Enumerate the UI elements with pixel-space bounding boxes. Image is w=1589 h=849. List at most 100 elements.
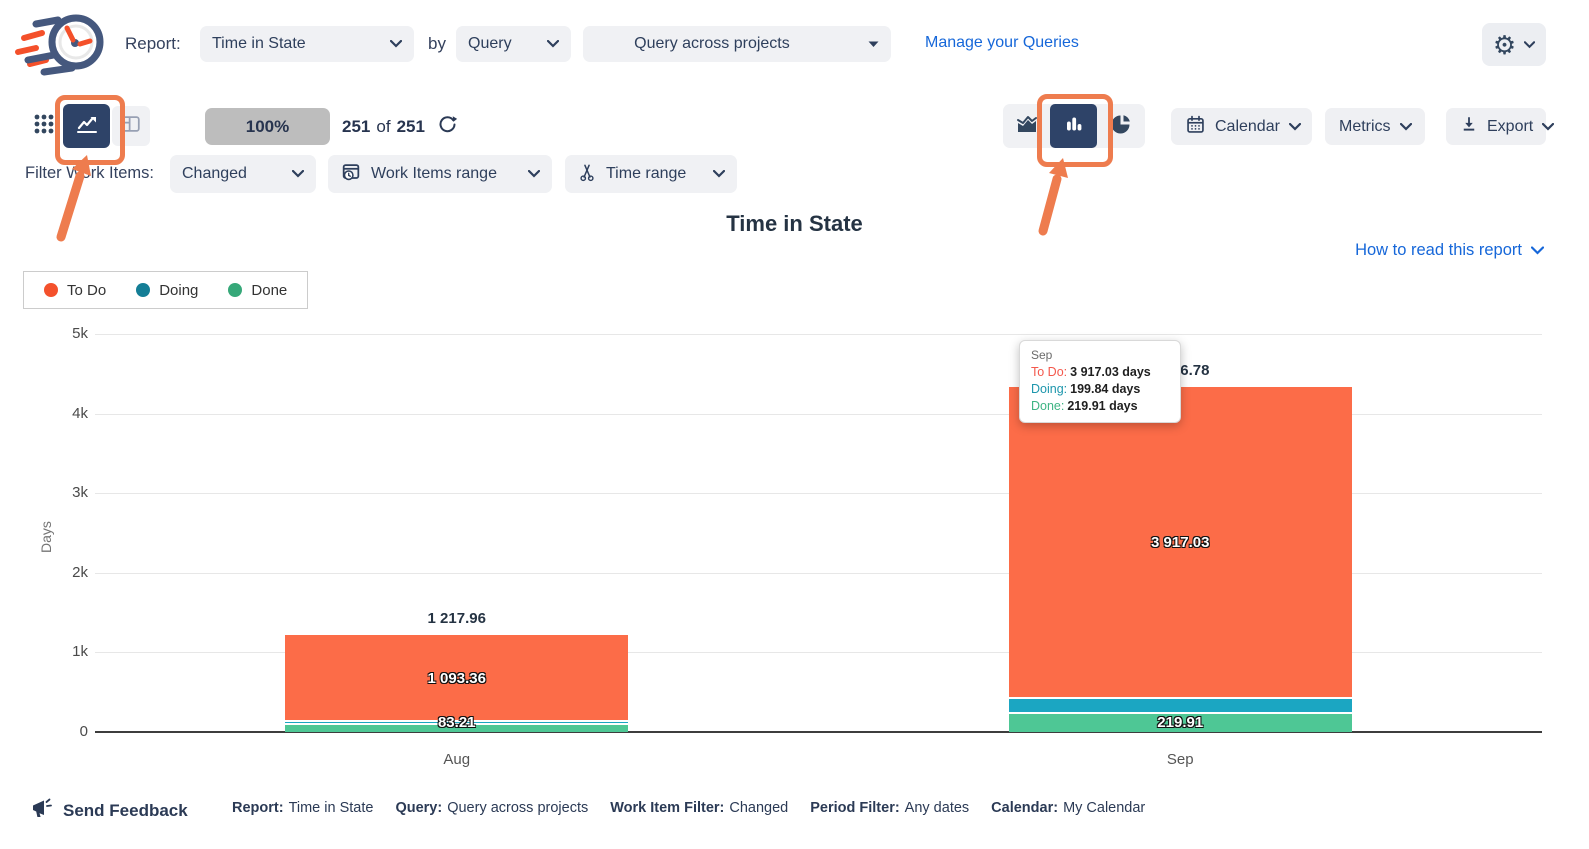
y-tick-label: 1k	[40, 643, 88, 660]
tooltip-row: To Do:3 917.03 days	[1031, 364, 1169, 381]
filter-row: Filter Work Items: Changed Work Items ra…	[0, 155, 1589, 195]
footer-summary-item: Calendar:My Calendar	[991, 800, 1145, 816]
line-chart-view-button[interactable]	[63, 104, 110, 148]
gridline	[95, 334, 1542, 335]
metrics-button[interactable]: Metrics	[1325, 108, 1425, 145]
legend-item-to-do[interactable]: To Do	[44, 282, 106, 299]
chevron-down-icon	[1542, 118, 1554, 136]
send-feedback-button[interactable]: Send Feedback	[30, 796, 188, 825]
area-chart-icon	[1015, 112, 1039, 141]
x-axis-label: Sep	[1110, 751, 1250, 768]
grid-view-button[interactable]	[25, 106, 63, 146]
bar-segment-aug-to-do[interactable]	[285, 635, 628, 722]
chart-title: Time in State	[0, 211, 1589, 237]
metrics-button-label: Metrics	[1339, 118, 1391, 136]
legend-item-doing[interactable]: Doing	[136, 282, 198, 299]
y-axis-title: Days	[38, 521, 54, 553]
bar-segment-sep-to-do[interactable]	[1009, 387, 1352, 699]
y-tick-label: 3k	[40, 484, 88, 501]
megaphone-icon	[30, 796, 54, 825]
chevron-down-icon	[292, 165, 304, 183]
calendar-button-label: Calendar	[1215, 118, 1280, 136]
legend-item-label: To Do	[67, 282, 106, 299]
y-tick-label: 4k	[40, 405, 88, 422]
tooltip-row: Done:219.91 days	[1031, 398, 1169, 415]
footer-summary: Report:Time in State Query:Query across p…	[232, 800, 1145, 816]
bar-segment-aug-done[interactable]	[285, 725, 628, 732]
footer-summary-item: Report:Time in State	[232, 800, 373, 816]
scissors-icon	[577, 162, 597, 187]
legend: To Do Doing Done	[23, 271, 308, 309]
work-items-range-button[interactable]: Work Items range	[328, 155, 552, 193]
chevron-down-icon	[1524, 36, 1535, 54]
report-label: Report:	[125, 34, 181, 54]
bar-chart-view-button[interactable]	[1050, 104, 1097, 148]
refresh-icon[interactable]	[437, 114, 458, 140]
line-chart-icon	[75, 112, 99, 141]
query-select-value: Query across projects	[634, 35, 790, 53]
legend-item-label: Doing	[159, 282, 198, 299]
how-to-read-label: How to read this report	[1355, 241, 1522, 260]
footer-summary-item: Query:Query across projects	[395, 800, 588, 816]
grid-icon	[33, 113, 55, 140]
by-label: by	[428, 34, 446, 54]
count-current: 251	[342, 117, 370, 137]
legend-items: To Do Doing Done	[44, 282, 287, 299]
chevron-down-icon	[868, 35, 879, 53]
legend-dot-icon	[136, 283, 150, 297]
time-range-label: Time range	[606, 165, 686, 183]
chevron-down-icon	[547, 35, 559, 53]
export-button[interactable]: Export	[1446, 108, 1546, 145]
report-select[interactable]: Time in State	[200, 26, 414, 62]
pie-chart-icon	[1109, 112, 1133, 141]
chevron-down-icon	[1400, 118, 1412, 136]
bar-segment-aug-doing[interactable]	[285, 722, 628, 725]
footer-summary-item: Period Filter:Any dates	[810, 800, 969, 816]
manage-queries-link[interactable]: Manage your Queries	[925, 34, 1079, 52]
y-tick-label: 0	[40, 723, 88, 740]
how-to-read-link[interactable]: How to read this report	[1355, 241, 1544, 260]
tooltip-rows: To Do:3 917.03 daysDoing:199.84 daysDone…	[1031, 364, 1169, 415]
settings-button[interactable]: ⚙	[1482, 23, 1546, 66]
group-by-select[interactable]: Query	[456, 26, 571, 62]
time-range-button[interactable]: Time range	[565, 155, 737, 193]
app-logo	[14, 8, 114, 85]
status-filter-select[interactable]: Changed	[170, 155, 316, 193]
chevron-down-icon	[528, 165, 540, 183]
legend-item-done[interactable]: Done	[228, 282, 287, 299]
bar-chart-icon	[1062, 112, 1086, 141]
chart-tooltip: Sep To Do:3 917.03 daysDoing:199.84 days…	[1019, 340, 1181, 423]
bar-segment-sep-doing[interactable]	[1009, 699, 1352, 715]
legend-dot-icon	[44, 283, 58, 297]
table-view-button[interactable]	[112, 106, 150, 146]
legend-dot-icon	[228, 283, 242, 297]
x-axis-label: Aug	[387, 751, 527, 768]
zoom-level-value: 100%	[246, 117, 289, 137]
toolbar: 100% 251 of 251	[0, 96, 1589, 156]
footer: Send Feedback Report:Time in State Query:…	[0, 792, 1589, 832]
bar-segment-sep-done[interactable]	[1009, 714, 1352, 732]
bar-total-label: 1 217.96	[285, 610, 628, 627]
send-feedback-label: Send Feedback	[63, 801, 188, 821]
calendar-button[interactable]: Calendar	[1171, 108, 1312, 145]
export-icon	[1460, 115, 1478, 138]
footer-summary-item: Work Item Filter:Changed	[610, 800, 788, 816]
area-chart-view-button[interactable]	[1003, 104, 1050, 148]
pie-chart-view-button[interactable]	[1097, 104, 1144, 148]
legend-item-label: Done	[251, 282, 287, 299]
tooltip-title: Sep	[1031, 348, 1169, 362]
calendar-icon	[1185, 114, 1206, 140]
chevron-down-icon	[713, 165, 725, 183]
chevron-down-icon	[390, 35, 402, 53]
count-total: 251	[397, 117, 425, 137]
group-by-value: Query	[468, 35, 512, 53]
chevron-down-icon	[1289, 118, 1301, 136]
query-select[interactable]: Query across projects	[583, 26, 891, 62]
report-select-value: Time in State	[212, 35, 306, 53]
zoom-level-badge[interactable]: 100%	[205, 108, 330, 145]
status-filter-value: Changed	[182, 165, 247, 183]
header: Report: Time in State by Query Query acr…	[0, 0, 1589, 88]
y-tick-label: 5k	[40, 325, 88, 342]
calendar-clock-icon	[340, 161, 362, 188]
filter-work-items-label: Filter Work Items:	[25, 164, 154, 183]
